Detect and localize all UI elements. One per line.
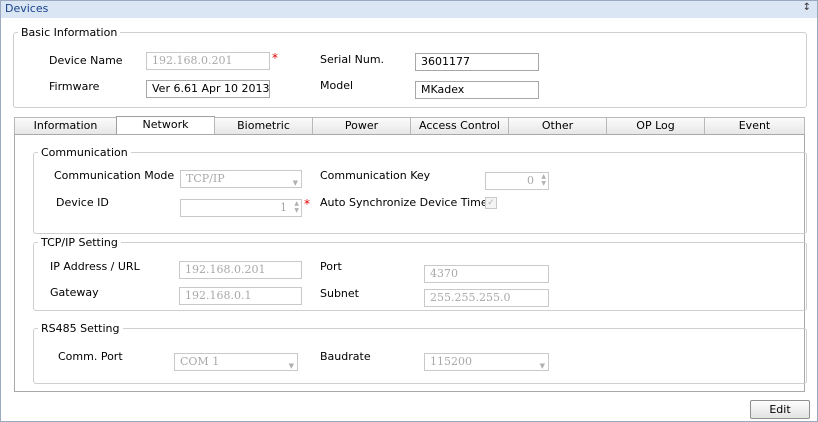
ip-address-field[interactable]: 192.168.0.201 bbox=[179, 261, 302, 279]
auto-sync-label: Auto Synchronize Device Time bbox=[320, 196, 488, 209]
tab-power[interactable]: Power bbox=[312, 117, 411, 134]
auto-sync-checkbox[interactable]: ✓ bbox=[485, 197, 497, 209]
gateway-label: Gateway bbox=[50, 286, 99, 299]
communication-legend: Communication bbox=[41, 146, 128, 159]
port-label: Port bbox=[320, 260, 342, 273]
tcpip-setting-legend: TCP/IP Setting bbox=[41, 236, 118, 249]
subnet-label: Subnet bbox=[320, 287, 359, 300]
firmware-label: Firmware bbox=[49, 80, 100, 93]
tcpip-setting-group: TCP/IP Setting bbox=[33, 236, 807, 311]
tab-information[interactable]: Information bbox=[14, 117, 117, 134]
tab-biometric[interactable]: Biometric bbox=[214, 117, 313, 134]
chevron-down-icon: ▼ bbox=[288, 362, 294, 370]
required-marker: * bbox=[272, 51, 278, 65]
device-name-field[interactable]: 192.168.0.201 bbox=[146, 52, 270, 70]
rs485-setting-group: RS485 Setting bbox=[33, 322, 807, 384]
comm-port-value: COM 1 bbox=[180, 355, 220, 368]
tab-strip: Information Network Biometric Power Acce… bbox=[14, 116, 805, 135]
basic-information-legend: Basic Information bbox=[21, 26, 118, 39]
baudrate-label: Baudrate bbox=[320, 350, 371, 363]
comm-port-label: Comm. Port bbox=[58, 350, 123, 363]
edit-button[interactable]: Edit bbox=[750, 400, 810, 419]
spinner-arrows-icon: ▲ ▼ bbox=[294, 200, 299, 214]
required-marker: * bbox=[304, 197, 310, 211]
tab-network[interactable]: Network bbox=[116, 116, 215, 135]
checkmark-icon: ✓ bbox=[487, 198, 495, 208]
tab-access-control[interactable]: Access Control bbox=[410, 117, 509, 134]
model-field[interactable]: MKadex bbox=[415, 81, 539, 99]
subnet-field[interactable]: 255.255.255.0 bbox=[424, 289, 549, 307]
gateway-field[interactable]: 192.168.0.1 bbox=[179, 287, 302, 305]
pin-icon[interactable]: ↕ bbox=[803, 2, 811, 13]
device-id-spinner[interactable]: 1 ▲ ▼ bbox=[180, 199, 302, 217]
communication-key-spinner[interactable]: 0 ▲ ▼ bbox=[485, 172, 549, 190]
spinner-arrows-icon: ▲ ▼ bbox=[541, 173, 546, 187]
tab-event[interactable]: Event bbox=[704, 117, 805, 134]
device-id-value: 1 bbox=[280, 201, 287, 214]
port-field[interactable]: 4370 bbox=[424, 265, 549, 283]
communication-key-value: 0 bbox=[527, 174, 534, 187]
baudrate-value: 115200 bbox=[430, 355, 472, 368]
device-name-label: Device Name bbox=[49, 54, 123, 67]
serial-num-field[interactable]: 3601177 bbox=[415, 53, 539, 71]
communication-mode-select[interactable]: TCP/IP ▼ bbox=[180, 170, 302, 188]
communication-group: Communication bbox=[33, 146, 807, 234]
ip-address-label: IP Address / URL bbox=[50, 260, 140, 273]
communication-mode-value: TCP/IP bbox=[186, 172, 225, 185]
baudrate-select[interactable]: 115200 ▼ bbox=[424, 353, 549, 371]
firmware-field[interactable]: Ver 6.61 Apr 10 2013 bbox=[146, 80, 270, 98]
communication-key-label: Communication Key bbox=[320, 169, 431, 182]
window-title: Devices bbox=[5, 2, 49, 15]
tab-other[interactable]: Other bbox=[508, 117, 607, 134]
comm-port-select[interactable]: COM 1 ▼ bbox=[174, 353, 298, 371]
serial-num-label: Serial Num. bbox=[320, 53, 385, 66]
tab-op-log[interactable]: OP Log bbox=[606, 117, 705, 134]
chevron-down-icon: ▼ bbox=[292, 179, 298, 187]
basic-information-group: Basic Information bbox=[13, 26, 807, 108]
communication-mode-label: Communication Mode bbox=[54, 169, 175, 182]
model-label: Model bbox=[320, 79, 354, 92]
window-title-bar: Devices ↕ bbox=[0, 0, 818, 19]
chevron-down-icon: ▼ bbox=[539, 362, 545, 370]
rs485-setting-legend: RS485 Setting bbox=[41, 322, 120, 335]
device-id-label: Device ID bbox=[56, 196, 109, 209]
